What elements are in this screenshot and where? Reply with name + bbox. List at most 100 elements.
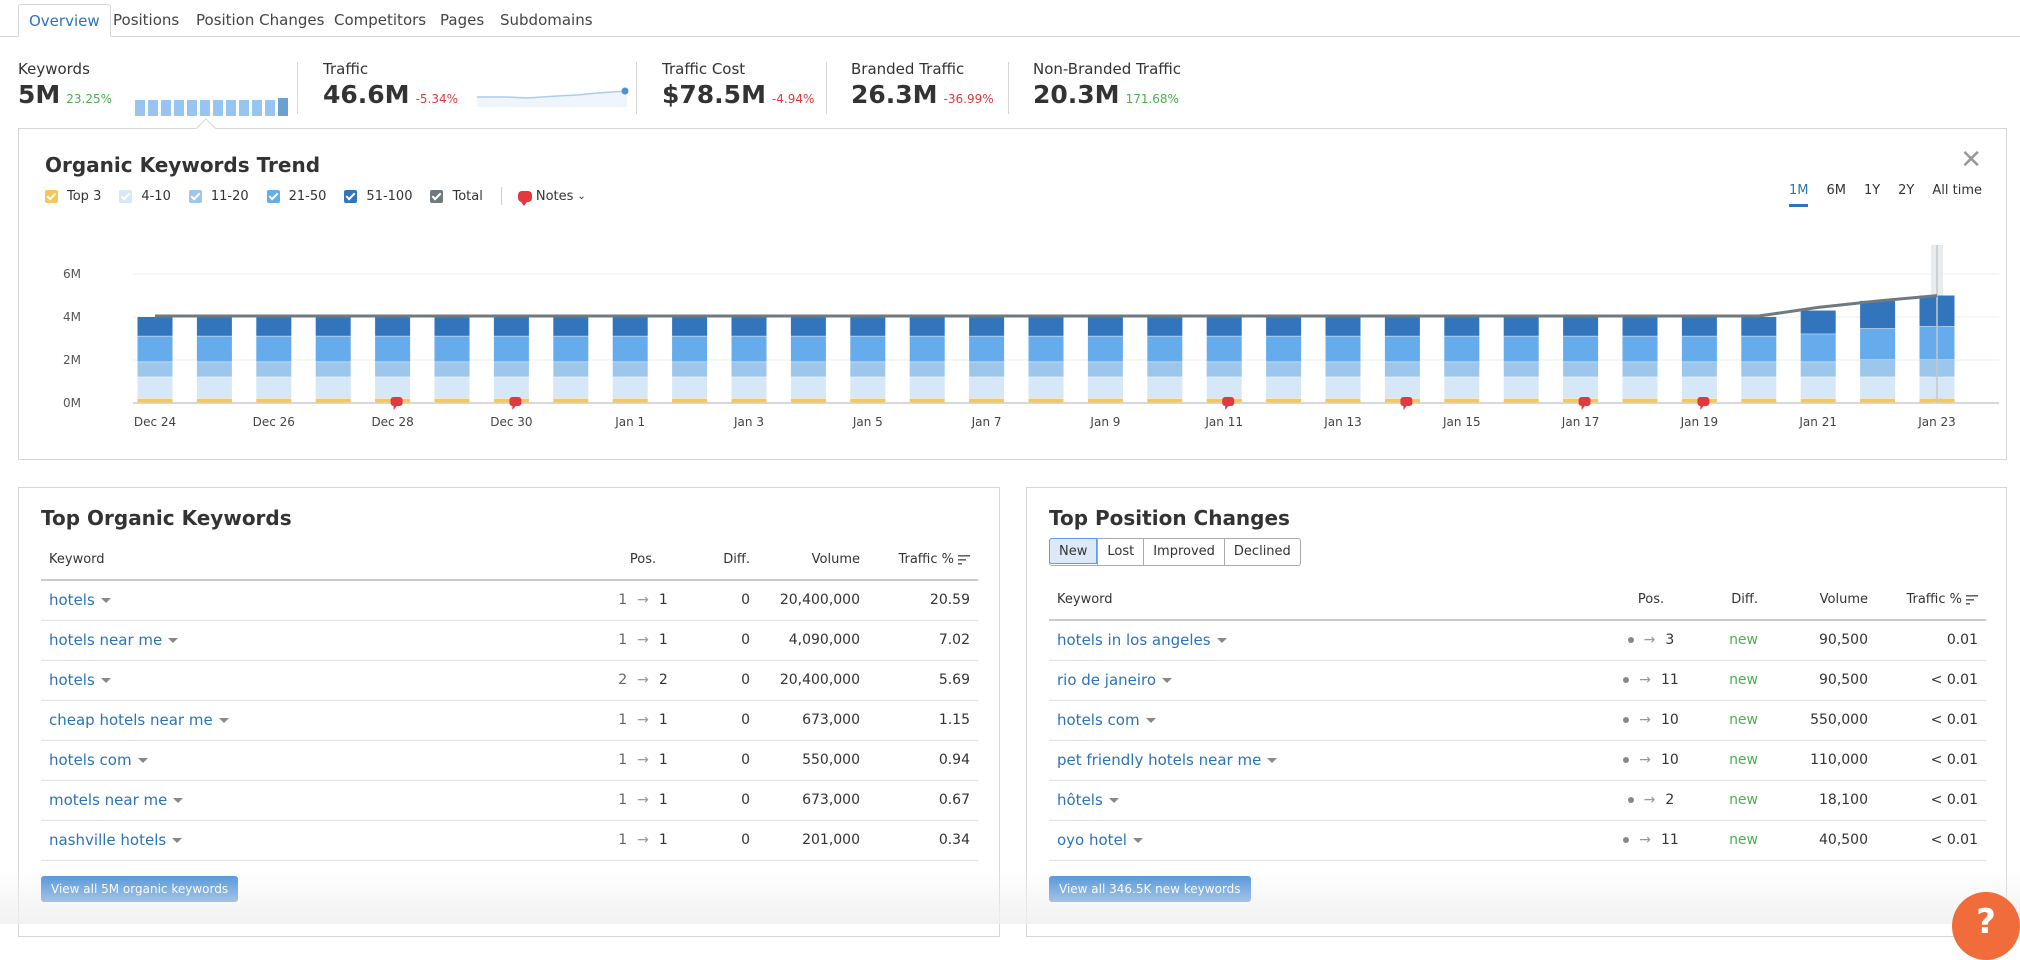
keywords-mini-bar-chart bbox=[134, 87, 291, 116]
dropdown-caret-icon[interactable] bbox=[168, 638, 179, 643]
filter-lost[interactable]: Lost bbox=[1097, 539, 1143, 565]
metric-traffic[interactable]: Traffic 46.6M -5.34% bbox=[323, 60, 629, 109]
position-changes-table: Keyword Pos. Diff. Volume Traffic % hote… bbox=[1049, 580, 1986, 861]
tab-position-changes[interactable]: Position Changes bbox=[186, 4, 334, 37]
position-cell: 1 → 1 bbox=[588, 820, 698, 861]
keyword-link[interactable]: hôtels bbox=[1049, 780, 1596, 821]
note-marker-icon bbox=[1697, 397, 1710, 410]
dropdown-caret-icon[interactable] bbox=[1132, 838, 1143, 843]
bar-segment-51-100 bbox=[1325, 317, 1361, 336]
diff-cell: new bbox=[1706, 780, 1766, 821]
filter-declined[interactable]: Declined bbox=[1223, 539, 1300, 565]
top-position-changes-panel: Top Position Changes New Lost Improved D… bbox=[1026, 487, 2007, 937]
tab-overview[interactable]: Overview bbox=[18, 4, 111, 37]
metric-value: 46.6M bbox=[323, 80, 410, 109]
filter-improved[interactable]: Improved bbox=[1143, 539, 1224, 565]
bar-segment-11-20 bbox=[1563, 362, 1599, 377]
keyword-link[interactable]: hotels bbox=[41, 580, 588, 621]
view-all-organic-keywords-button[interactable]: View all 5M organic keywords bbox=[41, 876, 239, 902]
tab-positions[interactable]: Positions bbox=[103, 4, 189, 37]
metric-label: Keywords bbox=[18, 60, 90, 78]
bar-segment-21-50 bbox=[1206, 336, 1242, 362]
dropdown-caret-icon[interactable] bbox=[100, 598, 111, 604]
bar-segment-11-20 bbox=[1860, 360, 1896, 377]
y-tick-label: 0M bbox=[63, 396, 81, 410]
diff-cell: new bbox=[1706, 620, 1766, 661]
bar-segment-top-3 bbox=[672, 398, 708, 403]
dropdown-caret-icon[interactable] bbox=[1216, 638, 1227, 644]
col-traffic[interactable]: Traffic % bbox=[1876, 580, 1986, 621]
table-row: hotels com → 10 new 550,000 < 0.01 bbox=[1049, 700, 1986, 741]
arrow-right-icon: → bbox=[637, 752, 649, 768]
top-organic-keywords-panel: Top Organic Keywords Keyword Pos. Diff. … bbox=[18, 487, 1000, 937]
bar-segment-4-10 bbox=[850, 377, 886, 399]
metric-keywords[interactable]: Keywords 5M 23.25% bbox=[18, 60, 291, 116]
bar-segment-4-10 bbox=[553, 377, 589, 399]
dropdown-caret-icon[interactable] bbox=[1145, 718, 1156, 723]
keyword-link[interactable]: hotels com bbox=[1049, 700, 1596, 741]
keyword-link[interactable]: pet friendly hotels near me bbox=[1049, 740, 1596, 781]
bar-segment-11-20 bbox=[1681, 362, 1717, 377]
x-tick-label: Jan 23 bbox=[1917, 415, 1956, 429]
arrow-right-icon: → bbox=[1643, 792, 1656, 808]
position-cell: → 2 bbox=[1596, 780, 1706, 821]
bar-segment-11-20 bbox=[1503, 362, 1539, 377]
bar-segment-top-3 bbox=[731, 398, 767, 403]
tab-pages[interactable]: Pages bbox=[430, 4, 494, 37]
traffic-cell: 5.69 bbox=[868, 660, 978, 701]
col-diff: Diff. bbox=[1706, 580, 1766, 621]
dropdown-caret-icon[interactable] bbox=[1108, 798, 1119, 803]
bar-segment-4-10 bbox=[909, 377, 945, 399]
bar-segment-top-3 bbox=[256, 398, 292, 403]
bar-segment-4-10 bbox=[1384, 377, 1420, 399]
bar-segment-11-20 bbox=[434, 362, 470, 377]
arrow-right-icon: → bbox=[1639, 752, 1651, 768]
metric-traffic-cost[interactable]: Traffic Cost $78.5M -4.94% bbox=[662, 60, 814, 109]
position-cell: 1 → 1 bbox=[588, 700, 698, 741]
bar-segment-21-50 bbox=[612, 336, 648, 362]
bar-segment-21-50 bbox=[196, 336, 232, 362]
metric-branded-traffic[interactable]: Branded Traffic 26.3M -36.99% bbox=[851, 60, 994, 109]
tab-competitors[interactable]: Competitors bbox=[324, 4, 436, 37]
keyword-link[interactable]: hotels bbox=[41, 660, 588, 701]
keyword-link[interactable]: rio de janeiro bbox=[1049, 660, 1596, 701]
bar-segment-4-10 bbox=[1147, 377, 1183, 399]
tab-subdomains[interactable]: Subdomains bbox=[490, 4, 603, 37]
bar-segment-51-100 bbox=[1087, 317, 1123, 336]
bar-segment-top-3 bbox=[1444, 398, 1480, 403]
col-keyword: Keyword bbox=[41, 540, 588, 581]
position-cell: → 11 bbox=[1596, 820, 1706, 861]
bar-segment-21-50 bbox=[493, 336, 529, 362]
keyword-link[interactable]: hotels in los angeles bbox=[1049, 620, 1596, 661]
note-marker-icon bbox=[1578, 397, 1591, 410]
position-cell: 1 → 1 bbox=[588, 780, 698, 821]
volume-cell: 20,400,000 bbox=[758, 580, 868, 621]
bar-segment-11-20 bbox=[1384, 362, 1420, 377]
keyword-link[interactable]: cheap hotels near me bbox=[41, 700, 588, 741]
bar-segment-4-10 bbox=[1206, 377, 1242, 399]
dropdown-caret-icon[interactable] bbox=[172, 838, 183, 843]
filter-new[interactable]: New bbox=[1049, 538, 1098, 564]
keyword-link[interactable]: nashville hotels bbox=[41, 820, 588, 861]
organic-keywords-chart[interactable]: 0M 2M 4M 6M Dec 24 Dec 26 Dec 28 Dec 30 Jan 1 Jan… bbox=[19, 129, 2008, 461]
traffic-cell: < 0.01 bbox=[1876, 660, 1986, 701]
dropdown-caret-icon[interactable] bbox=[173, 798, 184, 803]
dropdown-caret-icon[interactable] bbox=[1267, 758, 1278, 763]
keyword-link[interactable]: motels near me bbox=[41, 780, 588, 821]
view-all-new-keywords-button[interactable]: View all 346.5K new keywords bbox=[1049, 876, 1251, 902]
dropdown-caret-icon[interactable] bbox=[137, 758, 148, 763]
keyword-link[interactable]: hotels com bbox=[41, 740, 588, 781]
keyword-link[interactable]: hotels near me bbox=[41, 620, 588, 661]
col-keyword: Keyword bbox=[1049, 580, 1596, 621]
bar-segment-top-3 bbox=[1147, 398, 1183, 403]
col-traffic[interactable]: Traffic % bbox=[868, 540, 978, 581]
bar-segment-21-50 bbox=[1028, 336, 1064, 362]
bar-segment-51-100 bbox=[493, 317, 529, 336]
dropdown-caret-icon[interactable] bbox=[100, 678, 111, 683]
keyword-link[interactable]: oyo hotel bbox=[1049, 820, 1596, 861]
dropdown-caret-icon[interactable] bbox=[218, 718, 229, 723]
help-button[interactable]: ? bbox=[1952, 892, 2020, 960]
dropdown-caret-icon[interactable] bbox=[1162, 678, 1173, 683]
metric-non-branded-traffic[interactable]: Non-Branded Traffic 20.3M 171.68% bbox=[1033, 60, 1181, 109]
bar-segment-4-10 bbox=[493, 377, 529, 399]
